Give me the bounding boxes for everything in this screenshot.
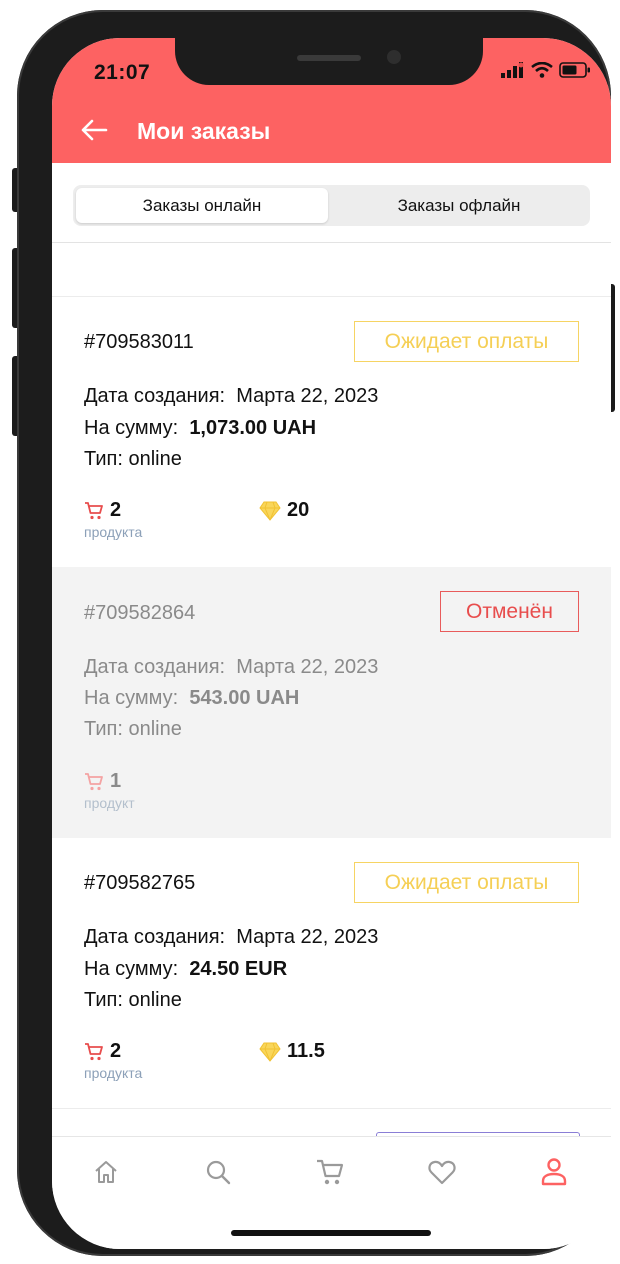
nav-home[interactable]	[89, 1155, 123, 1189]
status-badge: Ожидает оплаты	[354, 862, 579, 903]
cart-icon	[85, 772, 103, 790]
order-type: Тип: online	[84, 989, 182, 1011]
diamond-icon	[259, 501, 281, 521]
order-card[interactable]: #709582765 Ожидает оплаты Дата создания:…	[52, 838, 611, 1108]
bonus-value: 11.5	[287, 1040, 325, 1062]
date-label: Дата создания:	[84, 926, 226, 948]
items-count-value: 2	[110, 499, 122, 521]
tabs-divider	[52, 242, 611, 243]
bonus-value: 20	[287, 499, 310, 521]
profile-icon	[541, 1158, 567, 1186]
order-type: Тип: online	[84, 718, 182, 740]
items-label: продукт	[84, 795, 135, 811]
search-icon	[206, 1160, 231, 1185]
items-count: 2	[84, 1040, 121, 1063]
order-sum: На сумму: 24.50 EUR	[84, 958, 287, 981]
order-sum: На сумму: 543.00 UAH	[84, 687, 299, 710]
items-count-value: 1	[110, 770, 122, 792]
status-badge: Ожидает оплаты	[354, 321, 579, 362]
status-icons	[501, 62, 591, 78]
diamond-icon	[259, 1042, 281, 1062]
sum-value: 543.00 UAH	[189, 687, 300, 709]
cart-icon	[85, 501, 103, 519]
order-date: Дата создания: Марта 22, 2023	[84, 656, 378, 679]
status-time: 21:07	[94, 61, 151, 84]
speaker	[297, 55, 361, 61]
app-header: 21:07 Мои заказы	[52, 38, 611, 163]
sum-label: На сумму:	[84, 417, 179, 439]
order-sum: На сумму: 1,073.00 UAH	[84, 417, 316, 440]
wifi-icon	[531, 62, 553, 78]
phone-frame: 21:07 Мои заказы Заказы онлайн Заказы оф…	[17, 10, 611, 1256]
orders-segment-control: Заказы онлайн Заказы офлайн	[73, 185, 590, 226]
sum-label: На сумму:	[84, 958, 179, 980]
order-date: Дата создания: Марта 22, 2023	[84, 385, 378, 408]
date-value: Марта 22, 2023	[236, 656, 379, 678]
nav-search[interactable]	[201, 1155, 235, 1189]
nav-profile[interactable]	[537, 1155, 571, 1189]
nav-cart[interactable]	[313, 1155, 347, 1189]
sum-label: На сумму:	[84, 687, 179, 709]
items-count: 1	[84, 770, 121, 793]
status-badge: Отменён	[440, 591, 579, 632]
items-count: 2	[84, 499, 121, 522]
heart-icon	[428, 1160, 456, 1185]
order-card[interactable]: #709582864 Отменён Дата создания: Марта …	[52, 567, 611, 838]
date-value: Марта 22, 2023	[236, 926, 379, 948]
order-number: #709583011	[84, 331, 194, 353]
tab-online-orders[interactable]: Заказы онлайн	[76, 188, 328, 223]
tab-offline-orders[interactable]: Заказы офлайн	[331, 188, 587, 223]
battery-icon	[559, 62, 590, 78]
order-type: Тип: online	[84, 448, 182, 470]
front-camera	[387, 50, 401, 64]
cart-icon	[85, 1042, 103, 1060]
order-divider	[52, 1108, 611, 1109]
order-number: #709582765	[84, 872, 196, 894]
home-indicator[interactable]	[231, 1230, 431, 1236]
nav-favorites[interactable]	[425, 1155, 459, 1189]
app-screen: 21:07 Мои заказы Заказы онлайн Заказы оф…	[52, 38, 611, 1249]
bonus-points: 20	[259, 499, 309, 522]
date-label: Дата создания:	[84, 385, 226, 407]
order-card[interactable]: #709583011 Ожидает оплаты Дата создания:…	[52, 297, 611, 567]
order-date: Дата создания: Марта 22, 2023	[84, 926, 378, 949]
back-arrow-icon[interactable]	[80, 118, 108, 142]
date-value: Марта 22, 2023	[236, 385, 379, 407]
signal-icon	[501, 62, 524, 78]
items-count-value: 2	[110, 1040, 122, 1062]
items-label: продукта	[84, 1065, 143, 1081]
notch	[175, 38, 483, 85]
order-number: #709582864	[84, 602, 196, 624]
cart-icon	[317, 1159, 344, 1185]
home-icon	[95, 1161, 117, 1183]
items-label: продукта	[84, 524, 143, 540]
page-title: Мои заказы	[137, 118, 271, 144]
sum-value: 24.50 EUR	[189, 958, 288, 980]
bonus-points: 11.5	[259, 1040, 325, 1063]
sum-value: 1,073.00 UAH	[189, 417, 317, 439]
date-label: Дата создания:	[84, 656, 226, 678]
